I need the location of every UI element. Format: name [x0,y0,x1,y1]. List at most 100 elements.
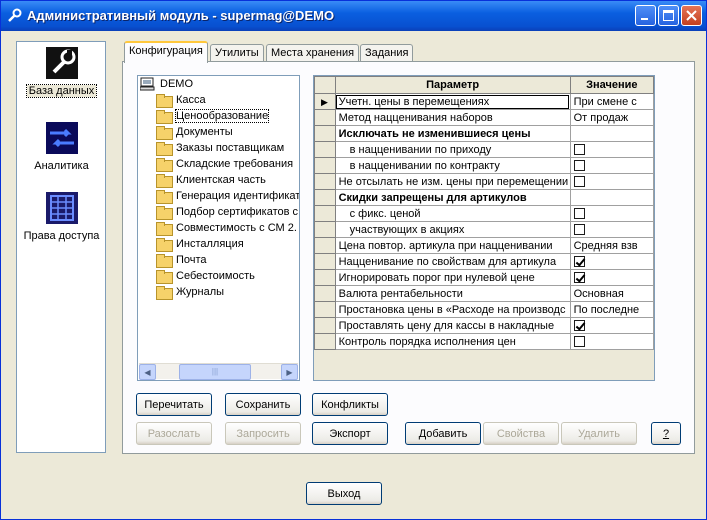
parameter-cell[interactable]: Учетн. цены в перемещениях [334,93,571,110]
table-row[interactable]: участвующих в акциях [314,221,654,238]
value-cell[interactable] [569,221,654,238]
value-checkbox[interactable] [573,320,585,332]
row-indicator[interactable] [314,157,336,174]
parameter-cell[interactable]: Контроль порядка исполнения цен [334,333,571,350]
table-row[interactable]: Контроль порядка исполнения цен [314,333,654,350]
row-indicator[interactable] [314,109,336,126]
row-indicator[interactable] [314,173,336,190]
reread-button[interactable]: Перечитать [136,393,212,416]
parameter-cell[interactable]: с фикс. ценой [334,205,571,222]
table-row[interactable]: ▶ Учетн. цены в перемещениях При смене с [314,93,654,110]
table-row[interactable]: Метод нацценивания наборов От продаж [314,109,654,126]
row-indicator[interactable] [314,125,336,142]
row-indicator[interactable] [314,333,336,350]
table-row[interactable]: в нацценивании по приходу [314,141,654,158]
group-header-cell[interactable]: Исключать не изменившиеся цены [334,125,571,142]
value-cell[interactable] [569,333,654,350]
value-checkbox[interactable] [573,176,585,188]
parameter-cell[interactable]: Метод нацценивания наборов [334,109,571,126]
value-cell[interactable] [569,269,654,286]
title-bar[interactable]: Административный модуль - supermag@DEMO [1,1,706,31]
row-indicator[interactable] [314,301,336,318]
row-indicator[interactable] [314,205,336,222]
export-button[interactable]: Экспорт [312,422,388,445]
scroll-left-button[interactable]: ◀ [139,364,156,380]
tab-storage-locations[interactable]: Места хранения [266,44,360,62]
row-indicator[interactable] [314,221,336,238]
tree-item[interactable]: Складские требования [156,156,293,172]
tree-root[interactable]: DEMO [140,76,193,92]
value-cell[interactable]: По последне [569,301,654,318]
tree-horizontal-scrollbar[interactable]: ◀ ||| ▶ [139,363,298,380]
value-cell[interactable] [569,253,654,270]
table-row[interactable]: Исключать не изменившиеся цены [314,125,654,142]
add-button[interactable]: Добавить [405,422,481,445]
value-cell[interactable]: От продаж [569,109,654,126]
tree-item[interactable]: Ценообразование [156,108,270,124]
request-button[interactable]: Запросить [225,422,301,445]
maximize-button[interactable] [658,5,679,26]
table-row[interactable]: Цена повтор. артикула при нацценивании Ср… [314,237,654,254]
tree-item[interactable]: Касса [156,92,206,108]
parameter-cell[interactable]: Валюта рентабельности [334,285,571,302]
nav-item-analytics[interactable]: Аналитика [18,122,105,172]
value-cell[interactable] [569,157,654,174]
table-row[interactable]: в нацценивании по контракту [314,157,654,174]
nav-item-access-rights[interactable]: Права доступа [18,192,105,242]
parameter-cell[interactable]: Простановка цены в «Расходе на производс [334,301,571,318]
table-row[interactable]: Не отсылать не изм. цены при перемещении [314,173,654,190]
parameter-cell[interactable]: Не отсылать не изм. цены при перемещении [334,173,571,190]
save-button[interactable]: Сохранить [225,393,301,416]
tree-item[interactable]: Документы [156,124,233,140]
parameter-cell[interactable]: Цена повтор. артикула при нацценивании [334,237,571,254]
tree-item[interactable]: Себестоимость [156,268,255,284]
tree-item[interactable]: Подбор сертификатов с [156,204,298,220]
tab-utilities[interactable]: Утилиты [210,44,264,62]
value-checkbox[interactable] [573,272,585,284]
parameter-cell[interactable]: в нацценивании по контракту [334,157,571,174]
table-row[interactable]: с фикс. ценой [314,205,654,222]
row-indicator[interactable] [314,141,336,158]
row-indicator[interactable] [314,253,336,270]
help-button[interactable]: ? [651,422,681,445]
parameters-grid[interactable]: Параметр Значение ▶ Учетн. цены в перемещ… [313,75,655,381]
table-row[interactable]: Игнорировать порог при нулевой цене [314,269,654,286]
value-checkbox[interactable] [573,208,585,220]
value-cell[interactable] [569,317,654,334]
close-button[interactable] [681,5,702,26]
table-row[interactable]: Нацценивание по свойствам для артикула [314,253,654,270]
scroll-thumb[interactable]: ||| [179,364,251,380]
value-checkbox[interactable] [573,256,585,268]
tree-item[interactable]: Инсталляция [156,236,244,252]
tab-configuration[interactable]: Конфигурация [124,41,208,63]
value-cell[interactable] [569,205,654,222]
parameter-cell[interactable]: Проставлять цену для кассы в накладные [334,317,571,334]
value-cell[interactable] [569,141,654,158]
column-header-value[interactable]: Значение [569,76,654,94]
tree-item[interactable]: Клиентская часть [156,172,266,188]
value-checkbox[interactable] [573,224,585,236]
value-cell[interactable]: При смене с [569,93,654,110]
parameter-cell[interactable]: участвующих в акциях [334,221,571,238]
minimize-button[interactable] [635,5,656,26]
value-cell[interactable]: Средняя взв [569,237,654,254]
value-checkbox[interactable] [573,336,585,348]
row-indicator[interactable] [314,269,336,286]
scroll-right-button[interactable]: ▶ [281,364,298,380]
exit-button[interactable]: Выход [306,482,382,505]
column-header-parameter[interactable]: Параметр [334,76,571,94]
row-indicator[interactable] [314,285,336,302]
tree-item[interactable]: Журналы [156,284,224,300]
group-header-cell[interactable]: Скидки запрещены для артикулов [334,189,571,206]
value-checkbox[interactable] [573,160,585,172]
value-checkbox[interactable] [573,144,585,156]
table-row[interactable]: Простановка цены в «Расходе на производс… [314,301,654,318]
parameter-cell[interactable]: в нацценивании по приходу [334,141,571,158]
delete-button[interactable]: Удалить [561,422,637,445]
value-cell[interactable] [569,173,654,190]
conflicts-button[interactable]: Конфликты [312,393,388,416]
tree-item[interactable]: Генерация идентификат [156,188,299,204]
parameter-cell[interactable]: Нацценивание по свойствам для артикула [334,253,571,270]
tree-item[interactable]: Заказы поставщикам [156,140,284,156]
value-cell[interactable]: Основная [569,285,654,302]
